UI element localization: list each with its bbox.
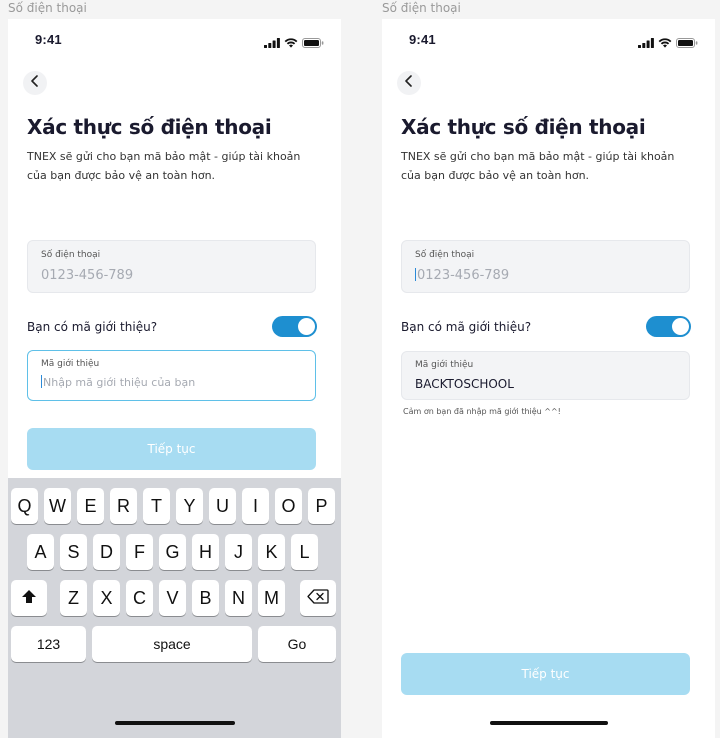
status-bar: 9:41	[382, 32, 715, 48]
wifi-icon	[658, 35, 672, 53]
referral-code-input: Nhập mã giới thiệu của bạn	[41, 375, 195, 389]
key[interactable]: Q	[11, 488, 38, 524]
battery-icon	[302, 35, 324, 53]
on-screen-keyboard: Q W E R T Y U I O P A S D F G H J K L Z …	[8, 478, 341, 738]
key[interactable]: R	[110, 488, 137, 524]
home-indicator	[114, 721, 235, 725]
frame-label: Số điện thoại	[382, 1, 461, 15]
referral-toggle[interactable]	[646, 316, 691, 337]
toggle-knob	[672, 318, 689, 335]
continue-button[interactable]: Tiếp tục	[401, 653, 690, 695]
phone-number-field[interactable]: Số điện thoại 0123-456-789	[401, 240, 690, 293]
referral-code-field[interactable]: Mã giới thiệu BACKTOSCHOOL	[401, 351, 690, 400]
key[interactable]: T	[143, 488, 170, 524]
shift-icon	[21, 588, 37, 609]
page-subtitle: TNEX sẽ gửi cho bạn mã bảo mật - giúp tà…	[401, 150, 675, 182]
phone-number-label: Số điện thoại	[415, 250, 475, 260]
key[interactable]: N	[225, 580, 252, 616]
page-subtitle: TNEX sẽ gửi cho bạn mã bảo mật - giúp tà…	[27, 150, 301, 182]
shift-key[interactable]	[11, 580, 47, 616]
key[interactable]: E	[77, 488, 104, 524]
phone-screen-referral-confirmed: 9:41 Xác thực số điện thoại TNEX sẽ gửi …	[382, 19, 715, 738]
back-chevron-icon	[404, 74, 414, 92]
back-chevron-icon	[30, 74, 40, 92]
key[interactable]: D	[93, 534, 120, 570]
go-key[interactable]: Go	[258, 626, 336, 662]
key[interactable]: L	[291, 534, 318, 570]
key[interactable]: J	[225, 534, 252, 570]
referral-toggle-label: Bạn có mã giới thiệu?	[27, 320, 158, 334]
key[interactable]: C	[126, 580, 153, 616]
referral-code-label: Mã giới thiệu	[415, 360, 474, 370]
keyboard-row-1: Q W E R T Y U I O P	[8, 488, 341, 524]
phone-number-placeholder: 0123-456-789	[417, 268, 510, 283]
status-bar: 9:41	[8, 32, 341, 48]
referral-code-label: Mã giới thiệu	[41, 359, 100, 369]
continue-button[interactable]: Tiếp tục	[27, 428, 316, 470]
key[interactable]: X	[93, 580, 120, 616]
toggle-knob	[298, 318, 315, 335]
key[interactable]: W	[44, 488, 71, 524]
frame-label: Số điện thoại	[8, 1, 87, 15]
referral-toggle-row: Bạn có mã giới thiệu?	[27, 316, 317, 338]
status-time: 9:41	[35, 32, 62, 47]
signal-icon	[638, 35, 654, 53]
key[interactable]: H	[192, 534, 219, 570]
phone-screen-referral-entry: 9:41 Xác thực số điện thoại TNEX sẽ gửi …	[8, 19, 341, 738]
status-time: 9:41	[409, 32, 436, 47]
referral-toggle[interactable]	[272, 316, 317, 337]
page-title: Xác thực số điện thoại	[401, 115, 646, 139]
phone-number-placeholder: 0123-456-789	[41, 268, 134, 283]
key[interactable]: A	[27, 534, 54, 570]
delete-key[interactable]	[300, 580, 336, 616]
keyboard-row-4: 123 space Go	[8, 626, 341, 662]
key[interactable]: K	[258, 534, 285, 570]
key[interactable]: M	[258, 580, 285, 616]
key[interactable]: F	[126, 534, 153, 570]
home-indicator	[489, 721, 608, 725]
key[interactable]: Y	[176, 488, 203, 524]
text-caret	[415, 268, 416, 281]
referral-code-placeholder: Nhập mã giới thiệu của bạn	[43, 376, 196, 389]
key[interactable]: O	[275, 488, 302, 524]
wifi-icon	[284, 35, 298, 53]
battery-icon	[676, 35, 698, 53]
numbers-key[interactable]: 123	[11, 626, 86, 662]
delete-icon	[307, 588, 329, 609]
referral-success-hint: Cảm ơn bạn đã nhập mã giới thiệu ^^!	[403, 407, 561, 416]
referral-code-field[interactable]: Mã giới thiệu Nhập mã giới thiệu của bạn	[27, 350, 316, 401]
phone-number-label: Số điện thoại	[41, 250, 101, 260]
page-title: Xác thực số điện thoại	[27, 115, 272, 139]
key[interactable]: U	[209, 488, 236, 524]
referral-toggle-label: Bạn có mã giới thiệu?	[401, 320, 532, 334]
key[interactable]: I	[242, 488, 269, 524]
text-caret	[41, 375, 42, 388]
key[interactable]: V	[159, 580, 186, 616]
back-button[interactable]	[397, 71, 421, 95]
phone-number-field[interactable]: Số điện thoại 0123-456-789	[27, 240, 316, 293]
key[interactable]: S	[60, 534, 87, 570]
referral-code-value: BACKTOSCHOOL	[415, 377, 514, 391]
key[interactable]: P	[308, 488, 335, 524]
signal-icon	[264, 35, 280, 53]
keyboard-row-3: Z X C V B N M	[8, 580, 341, 616]
space-key[interactable]: space	[92, 626, 252, 662]
keyboard-row-2: A S D F G H J K L	[8, 534, 341, 570]
key[interactable]: Z	[60, 580, 87, 616]
referral-toggle-row: Bạn có mã giới thiệu?	[401, 316, 691, 338]
back-button[interactable]	[23, 71, 47, 95]
key[interactable]: B	[192, 580, 219, 616]
phone-number-input: 0123-456-789	[415, 268, 509, 283]
key[interactable]: G	[159, 534, 186, 570]
